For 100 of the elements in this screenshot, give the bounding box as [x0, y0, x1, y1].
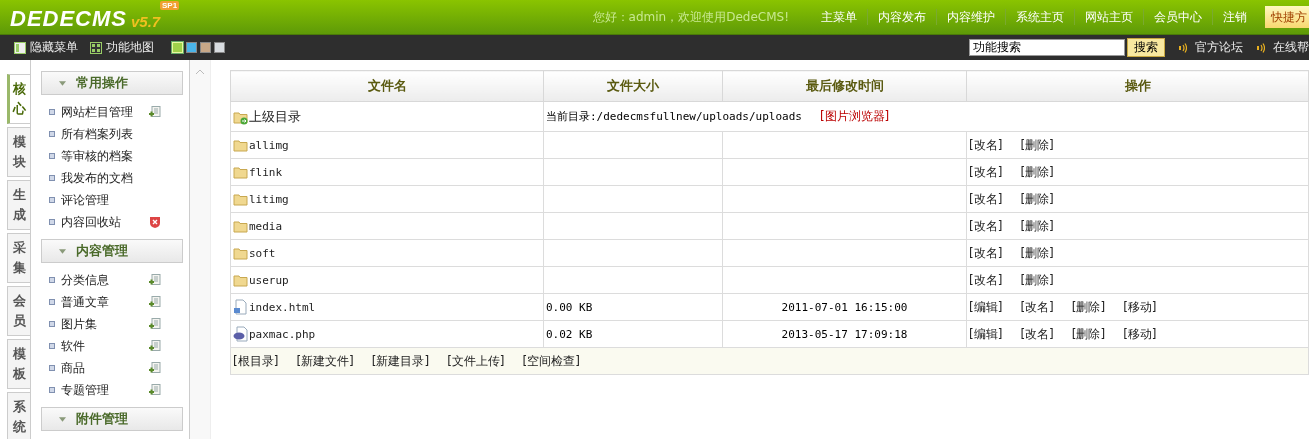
- bullet-icon: [49, 153, 55, 159]
- side-tab[interactable]: 模块: [7, 127, 30, 177]
- table-cell: 0.02 KB: [543, 320, 723, 348]
- folder-icon[interactable]: [233, 137, 249, 153]
- add-document-icon[interactable]: [149, 274, 161, 286]
- footer-link[interactable]: [新建文件]: [296, 352, 354, 370]
- side-tab[interactable]: 模板: [7, 339, 30, 389]
- menu-item[interactable]: 我发布的文档: [61, 169, 149, 187]
- side-tab[interactable]: 系统: [7, 392, 30, 439]
- file-name-link[interactable]: flink: [249, 165, 283, 179]
- toolbar-link[interactable]: 在线帮: [1273, 39, 1309, 56]
- file-name-link[interactable]: soft: [249, 246, 276, 260]
- menu-item[interactable]: 等审核的档案: [61, 147, 149, 165]
- footer-link[interactable]: [文件上传]: [447, 352, 505, 370]
- grid-icon[interactable]: [90, 41, 102, 54]
- menu-item[interactable]: 商品: [61, 359, 149, 377]
- file-name-link[interactable]: litimg: [249, 192, 289, 206]
- footer-link[interactable]: [空间检查]: [522, 352, 580, 370]
- folder-icon[interactable]: [233, 218, 249, 234]
- action-link[interactable]: [改名]: [969, 244, 1003, 262]
- action-link[interactable]: [改名]: [969, 217, 1003, 235]
- menu-item[interactable]: 网站栏目管理: [61, 103, 149, 121]
- file-name-link[interactable]: media: [249, 219, 283, 233]
- panel-icon[interactable]: [14, 41, 26, 54]
- bullet-icon: [49, 197, 55, 203]
- bullet-icon: [49, 131, 55, 137]
- add-document-icon[interactable]: [149, 106, 161, 118]
- image-browser-link[interactable]: [图片浏览器]: [819, 108, 890, 125]
- folder-icon[interactable]: [233, 164, 249, 180]
- toolbar-link[interactable]: 功能地图: [106, 39, 154, 56]
- folder-icon[interactable]: [233, 245, 249, 261]
- search-field[interactable]: 功能搜索: [969, 39, 1125, 56]
- action-link[interactable]: [删除]: [1020, 136, 1054, 154]
- action-link[interactable]: [删除]: [1020, 217, 1054, 235]
- caret-icon: [59, 248, 66, 254]
- action-link[interactable]: [改名]: [969, 271, 1003, 289]
- action-link[interactable]: [改名]: [969, 136, 1003, 154]
- menu-item[interactable]: 所有档案列表: [61, 125, 149, 143]
- action-link[interactable]: [删除]: [1071, 325, 1106, 343]
- add-document-icon[interactable]: [149, 318, 161, 330]
- group-title: 附件管理: [76, 410, 128, 428]
- action-link[interactable]: [编辑]: [969, 298, 1003, 316]
- menu-item[interactable]: 普通文章: [61, 293, 149, 311]
- skin-swatch[interactable]: [214, 42, 225, 53]
- php-file-icon[interactable]: [233, 326, 249, 342]
- action-link[interactable]: [删除]: [1020, 163, 1054, 181]
- bullet-icon: [49, 175, 55, 181]
- action-link[interactable]: [编辑]: [969, 325, 1003, 343]
- menu-item[interactable]: 图片集: [61, 315, 149, 333]
- delete-icon[interactable]: [149, 216, 161, 228]
- bullet-icon: [49, 365, 55, 371]
- column-header: 文件名: [230, 70, 544, 102]
- file-name-link[interactable]: userup: [249, 273, 289, 287]
- action-link[interactable]: [移动]: [1123, 325, 1157, 343]
- menu-group-header[interactable]: 内容管理: [41, 239, 183, 263]
- footer-link[interactable]: [根目录]: [233, 352, 279, 370]
- toolbar-link[interactable]: 隐藏菜单: [30, 39, 78, 56]
- action-link[interactable]: [删除]: [1020, 244, 1054, 262]
- skin-swatch[interactable]: [200, 42, 211, 53]
- menu-item[interactable]: 内容回收站: [61, 213, 149, 231]
- file-icon[interactable]: [233, 299, 249, 315]
- action-link[interactable]: [改名]: [969, 190, 1003, 208]
- file-name-link[interactable]: allimg: [249, 138, 289, 152]
- menu-group-header[interactable]: 常用操作: [41, 71, 183, 95]
- action-link[interactable]: [改名]: [969, 163, 1003, 181]
- shortcut-button[interactable]: 快捷方: [1265, 6, 1309, 28]
- speaker-icon: [1179, 42, 1187, 53]
- action-link[interactable]: [改名]: [1020, 325, 1054, 343]
- menu-item[interactable]: 软件: [61, 337, 149, 355]
- file-name-link[interactable]: paxmac.php: [249, 327, 316, 341]
- speaker-icon: [1257, 42, 1265, 53]
- parent-directory-link[interactable]: 上级目录: [249, 107, 301, 126]
- side-tab[interactable]: 生成: [7, 180, 30, 230]
- add-document-icon[interactable]: [149, 340, 161, 352]
- logo-text: DEDECMS: [10, 6, 127, 32]
- side-tab[interactable]: 核心: [7, 74, 30, 124]
- side-tab[interactable]: 采集: [7, 233, 30, 283]
- add-document-icon[interactable]: [149, 362, 161, 374]
- add-document-icon[interactable]: [149, 384, 161, 396]
- bullet-icon: [49, 321, 55, 327]
- folder-icon[interactable]: [233, 272, 249, 288]
- action-link[interactable]: [移动]: [1123, 298, 1157, 316]
- menu-item[interactable]: 评论管理: [61, 191, 149, 209]
- search-button[interactable]: 搜索: [1127, 38, 1165, 57]
- file-name-link[interactable]: index.html: [249, 300, 316, 314]
- skin-swatch[interactable]: [186, 42, 197, 53]
- toolbar-link[interactable]: 官方论坛: [1195, 39, 1243, 56]
- menu-item[interactable]: 分类信息: [61, 271, 149, 289]
- action-link[interactable]: [改名]: [1020, 298, 1054, 316]
- action-link[interactable]: [删除]: [1071, 298, 1106, 316]
- bullet-icon: [49, 343, 55, 349]
- bullet-icon: [49, 387, 55, 393]
- action-link[interactable]: [删除]: [1020, 190, 1054, 208]
- add-document-icon[interactable]: [149, 296, 161, 308]
- folder-icon[interactable]: [233, 191, 249, 207]
- footer-link[interactable]: [新建目录]: [371, 352, 430, 370]
- menu-item[interactable]: 专题管理: [61, 381, 149, 399]
- side-tab[interactable]: 会员: [7, 286, 30, 336]
- action-link[interactable]: [删除]: [1020, 271, 1054, 289]
- menu-group-header[interactable]: 附件管理: [41, 407, 183, 431]
